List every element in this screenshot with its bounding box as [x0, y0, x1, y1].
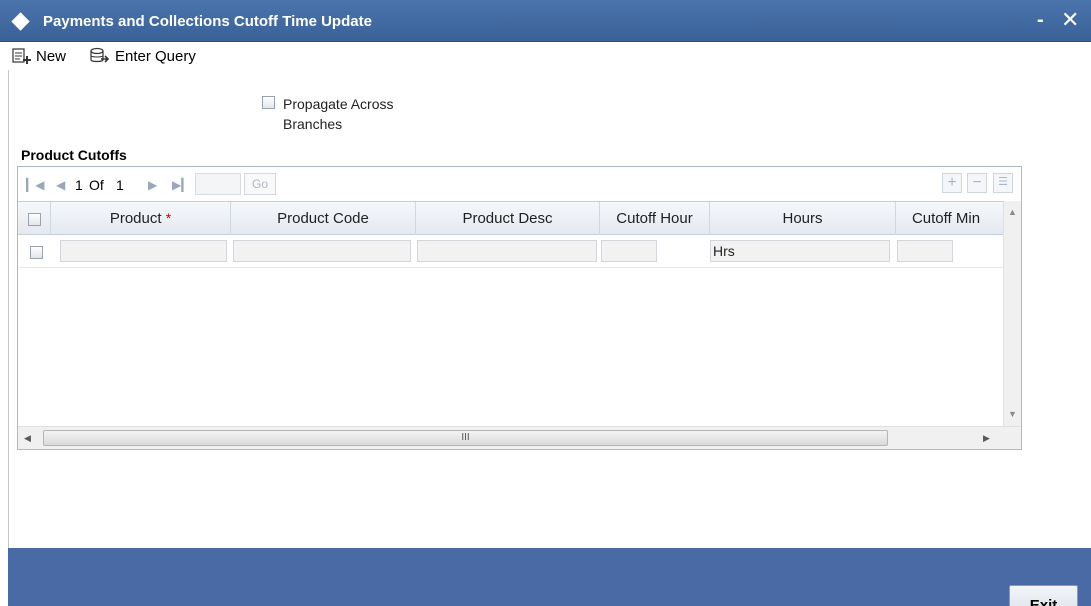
propagate-label: Propagate Across Branches: [283, 96, 394, 132]
close-button[interactable]: ✕: [1061, 9, 1079, 31]
hours-input[interactable]: Hrs: [710, 240, 890, 262]
minimize-button[interactable]: -: [1037, 10, 1044, 30]
row-checkbox[interactable]: [30, 246, 43, 259]
vertical-scrollbar[interactable]: ▲ ▼: [1003, 201, 1021, 426]
product-input[interactable]: [60, 240, 227, 262]
footer-bar: [8, 548, 1091, 606]
scroll-down-icon[interactable]: ▼: [1008, 409, 1017, 419]
window-title: Payments and Collections Cutoff Time Upd…: [43, 13, 372, 30]
add-row-button[interactable]: +: [942, 173, 962, 193]
enter-query-button[interactable]: Enter Query: [89, 46, 196, 66]
window-titlebar: Payments and Collections Cutoff Time Upd…: [0, 0, 1091, 42]
new-document-icon: [12, 48, 31, 64]
column-header-product[interactable]: Product *: [51, 202, 231, 235]
scroll-up-icon[interactable]: ▲: [1008, 207, 1017, 217]
last-page-icon[interactable]: ▶▎: [172, 178, 190, 192]
column-header-cutoff-min[interactable]: Cutoff Min: [896, 202, 996, 235]
propagate-across-branches: Propagate Across Branches: [262, 94, 443, 134]
new-label: New: [36, 47, 67, 65]
diamond-icon: [11, 12, 30, 31]
single-view-button[interactable]: ☰: [993, 173, 1013, 193]
product-cutoffs-grid: ▎◀ ◀ 1 Of 1 ▶ ▶▎ Go + − ☰ Product * Prod…: [17, 166, 1022, 450]
query-icon: [90, 47, 110, 63]
go-button[interactable]: Go: [244, 173, 276, 195]
toolbar: New Enter Query: [0, 42, 1091, 70]
cutoff-hour-input[interactable]: [601, 240, 657, 262]
exit-button[interactable]: Exit: [1009, 585, 1078, 606]
product-code-input[interactable]: [233, 240, 411, 262]
cutoff-min-input[interactable]: [897, 240, 953, 262]
select-all-checkbox[interactable]: [27, 212, 41, 226]
grid-header: Product * Product Code Product Desc Cuto…: [18, 201, 1003, 235]
enter-query-label: Enter Query: [115, 47, 196, 65]
total-pages: 1: [116, 177, 124, 193]
section-title-product-cutoffs: Product Cutoffs: [21, 147, 127, 163]
scroll-left-icon[interactable]: ◀: [24, 433, 31, 444]
scroll-right-icon[interactable]: ▶: [983, 433, 990, 444]
previous-page-icon[interactable]: ◀: [56, 178, 65, 192]
column-header-cutoff-hour[interactable]: Cutoff Hour: [600, 202, 710, 235]
table-row: Hrs: [18, 235, 1003, 268]
column-header-product-code[interactable]: Product Code: [231, 202, 416, 235]
next-page-icon[interactable]: ▶: [148, 178, 157, 192]
select-all-cell: [18, 202, 51, 235]
new-button[interactable]: New: [12, 46, 66, 66]
horizontal-scrollbar[interactable]: ◀ III ▶: [18, 426, 1021, 449]
required-marker: *: [165, 210, 172, 226]
column-label: Product: [109, 210, 162, 227]
product-desc-input[interactable]: [417, 240, 597, 262]
propagate-checkbox[interactable]: [262, 96, 275, 109]
column-header-product-desc[interactable]: Product Desc: [416, 202, 600, 235]
of-label: Of: [89, 177, 104, 193]
delete-row-button[interactable]: −: [967, 173, 987, 193]
current-page: 1: [75, 177, 83, 193]
column-header-hours[interactable]: Hours: [710, 202, 896, 235]
grid-pager: ▎◀ ◀ 1 Of 1 ▶ ▶▎ Go + − ☰: [18, 167, 1021, 199]
first-page-icon[interactable]: ▎◀: [26, 178, 44, 192]
page-number-input[interactable]: [195, 173, 241, 195]
horizontal-scroll-thumb[interactable]: III: [43, 430, 888, 446]
